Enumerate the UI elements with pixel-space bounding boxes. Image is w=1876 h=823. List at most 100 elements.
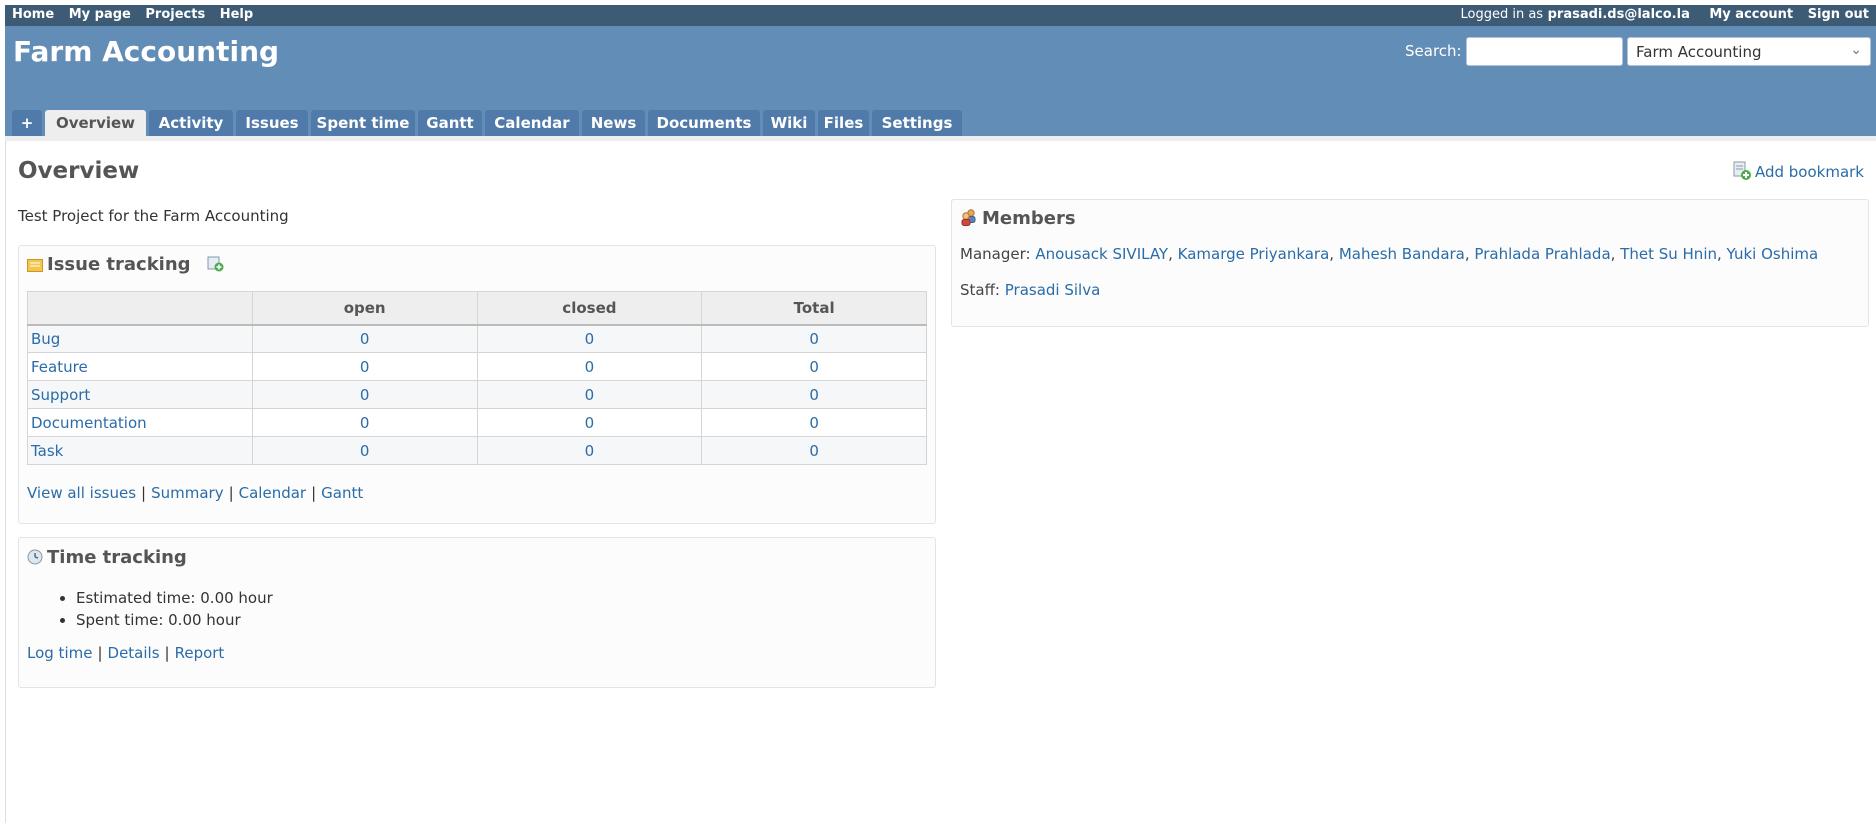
- column-header-total: Total: [701, 291, 927, 326]
- total-count-link[interactable]: 0: [809, 414, 819, 432]
- tab-gantt[interactable]: Gantt: [418, 110, 482, 136]
- issue-tracking-table: open closed Total Bug 0 0 0 Feature 0 0 …: [27, 291, 927, 465]
- main-content: Overview Add bookmark Test Project for t…: [5, 141, 1876, 823]
- tab-files[interactable]: Files: [818, 110, 869, 136]
- new-issue-icon[interactable]: [207, 256, 225, 277]
- link-separator: |: [228, 484, 234, 502]
- tracker-link[interactable]: Bug: [31, 330, 60, 348]
- member-link[interactable]: Prahlada Prahlada: [1474, 245, 1610, 263]
- bookmark-add-icon: [1732, 161, 1752, 185]
- total-count-link[interactable]: 0: [809, 442, 819, 460]
- staff-role-label: Staff:: [960, 281, 1000, 299]
- column-header-closed: closed: [476, 291, 703, 326]
- tab-activity[interactable]: Activity: [149, 110, 233, 136]
- column-header-open: open: [251, 291, 478, 326]
- top-menu-help-link[interactable]: Help: [220, 7, 253, 22]
- time-tracking-box: Time tracking Estimated time: 0.00 hour …: [18, 537, 936, 688]
- member-link[interactable]: Thet Su Hnin: [1620, 245, 1717, 263]
- time-tracking-list: Estimated time: 0.00 hour Spent time: 0.…: [56, 587, 273, 631]
- tracker-link[interactable]: Feature: [31, 358, 88, 376]
- sign-out-link[interactable]: Sign out: [1808, 7, 1869, 22]
- top-menu-projects-link[interactable]: Projects: [145, 7, 205, 22]
- top-menu-my-page-link[interactable]: My page: [69, 7, 131, 22]
- logged-in-user-link[interactable]: prasadi.ds@lalco.la: [1548, 7, 1690, 22]
- time-links: Log time | Details | Report: [27, 644, 224, 662]
- closed-count-link[interactable]: 0: [585, 386, 595, 404]
- total-count-link[interactable]: 0: [809, 386, 819, 404]
- table-header-row: open closed Total: [27, 291, 927, 326]
- time-tracking-title: Time tracking: [47, 547, 187, 568]
- estimated-time-item: Estimated time: 0.00 hour: [76, 587, 273, 609]
- project-title: Farm Accounting: [13, 35, 280, 68]
- open-count-link[interactable]: 0: [360, 330, 370, 348]
- table-row: Support 0 0 0: [27, 380, 927, 409]
- tab-wiki[interactable]: Wiki: [763, 110, 815, 136]
- open-count-link[interactable]: 0: [360, 386, 370, 404]
- tracker-link[interactable]: Task: [31, 442, 63, 460]
- time-tracking-heading: Time tracking: [27, 547, 187, 570]
- member-link[interactable]: Prasadi Silva: [1005, 281, 1101, 299]
- project-description: Test Project for the Farm Accounting: [18, 207, 289, 225]
- top-menu-home-link[interactable]: Home: [12, 7, 54, 22]
- project-jump-value: Farm Accounting: [1636, 43, 1762, 61]
- member-link[interactable]: Anousack SIVILAY: [1035, 245, 1168, 263]
- open-count-link[interactable]: 0: [360, 358, 370, 376]
- issue-tracking-icon: [27, 256, 43, 277]
- search-input[interactable]: [1466, 37, 1623, 66]
- clock-icon: [27, 549, 43, 570]
- log-time-link[interactable]: Log time: [27, 644, 92, 662]
- open-count-link[interactable]: 0: [360, 442, 370, 460]
- column-header-tracker: [27, 291, 253, 326]
- search-label: Search:: [1405, 42, 1462, 60]
- link-separator: |: [164, 644, 170, 662]
- closed-count-link[interactable]: 0: [585, 358, 595, 376]
- open-count-link[interactable]: 0: [360, 414, 370, 432]
- tracker-link[interactable]: Support: [31, 386, 90, 404]
- link-separator: |: [141, 484, 147, 502]
- summary-link[interactable]: Summary: [151, 484, 224, 502]
- tab-documents[interactable]: Documents: [648, 110, 760, 136]
- project-jump-select[interactable]: Farm Accounting ⌄: [1627, 37, 1871, 66]
- member-link[interactable]: Yuki Oshima: [1727, 245, 1819, 263]
- tab-spent-time[interactable]: Spent time: [311, 110, 415, 136]
- member-link[interactable]: Kamarge Priyankara: [1178, 245, 1330, 263]
- total-count-link[interactable]: 0: [809, 358, 819, 376]
- issue-tracking-box: Issue tracking open closed Total Bug 0 0…: [18, 245, 936, 524]
- closed-count-link[interactable]: 0: [585, 442, 595, 460]
- add-bookmark-link[interactable]: Add bookmark: [1732, 161, 1864, 185]
- page-frame: Home My page Projects Help Logged in as …: [5, 5, 1876, 823]
- logged-in-label: Logged in as: [1460, 7, 1544, 22]
- page-title: Overview: [18, 158, 140, 184]
- table-row: Task 0 0 0: [27, 436, 927, 465]
- link-separator: |: [97, 644, 103, 662]
- tab-issues[interactable]: Issues: [236, 110, 308, 136]
- header: Farm Accounting Search: Farm Accounting …: [5, 26, 1876, 137]
- staff-line: Staff: Prasadi Silva: [960, 281, 1100, 299]
- tab-news[interactable]: News: [582, 110, 645, 136]
- table-row: Bug 0 0 0: [27, 324, 927, 353]
- spent-time-item: Spent time: 0.00 hour: [76, 609, 273, 631]
- total-count-link[interactable]: 0: [809, 330, 819, 348]
- member-link[interactable]: Mahesh Bandara: [1339, 245, 1465, 263]
- manager-role-label: Manager:: [960, 245, 1031, 263]
- add-bookmark-label[interactable]: Add bookmark: [1755, 163, 1864, 181]
- tab-calendar[interactable]: Calendar: [485, 110, 579, 136]
- group-icon: [960, 208, 978, 231]
- details-link[interactable]: Details: [108, 644, 160, 662]
- chevron-down-icon: ⌄: [1850, 42, 1862, 58]
- report-link[interactable]: Report: [175, 644, 225, 662]
- members-heading: Members: [960, 208, 1076, 231]
- closed-count-link[interactable]: 0: [585, 330, 595, 348]
- tab-new[interactable]: +: [12, 110, 42, 136]
- view-all-issues-link[interactable]: View all issues: [27, 484, 136, 502]
- tracker-link[interactable]: Documentation: [31, 414, 147, 432]
- top-menu-right: Logged in as prasadi.ds@lalco.la My acco…: [1461, 7, 1870, 22]
- gantt-link[interactable]: Gantt: [321, 484, 363, 502]
- tab-settings[interactable]: Settings: [872, 110, 962, 136]
- calendar-link[interactable]: Calendar: [239, 484, 306, 502]
- tab-overview[interactable]: Overview: [45, 110, 146, 137]
- top-menu: Home My page Projects Help Logged in as …: [5, 5, 1876, 26]
- closed-count-link[interactable]: 0: [585, 414, 595, 432]
- members-box: Members Manager: Anousack SIVILAY, Kamar…: [951, 199, 1869, 327]
- my-account-link[interactable]: My account: [1709, 7, 1793, 22]
